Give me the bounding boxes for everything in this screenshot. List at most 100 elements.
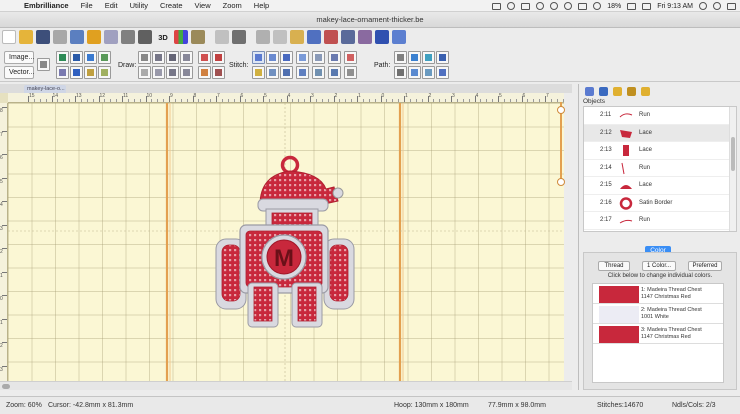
draw-path-tool[interactable]: [152, 66, 165, 79]
split-tool[interactable]: [56, 66, 69, 79]
draw-arc-tool[interactable]: [166, 66, 179, 79]
zoom-icon[interactable]: [191, 30, 205, 44]
stitch-fill-tool[interactable]: [280, 51, 293, 64]
stitch-grid-tool[interactable]: [328, 66, 341, 79]
object-row[interactable]: 2:17 Run: [584, 212, 730, 230]
hierarchy-icon[interactable]: [599, 86, 608, 96]
print-icon[interactable]: [53, 30, 67, 44]
object-row[interactable]: 2:14 Run: [584, 160, 730, 177]
one-color-button[interactable]: 1 Color...: [642, 261, 676, 271]
security-icon[interactable]: [550, 2, 559, 10]
draw-node-tool[interactable]: [138, 66, 151, 79]
stitch-applique-tool[interactable]: [312, 51, 325, 64]
stitch-clear-tool[interactable]: [344, 66, 357, 79]
object-row[interactable]: 2:11 Run: [584, 107, 730, 125]
draw-curve-tool[interactable]: [152, 51, 165, 64]
draw-point-tool[interactable]: [180, 51, 193, 64]
hide-tool[interactable]: [198, 66, 211, 79]
battery-icon[interactable]: [627, 2, 637, 10]
object-row[interactable]: 2:16 Satin Border: [584, 195, 730, 212]
menu-app[interactable]: Embrilliance: [18, 1, 75, 10]
mirror-vertical-icon[interactable]: [138, 30, 152, 44]
stitch-satin-tool[interactable]: [266, 51, 279, 64]
monogram-icon[interactable]: [392, 30, 406, 44]
menubar-clock[interactable]: Fri 9:13 AM: [657, 3, 693, 10]
color-list[interactable]: 1: Madeira Thread Chest 1147 Christmas R…: [592, 283, 724, 383]
stitch-column-tool[interactable]: [280, 66, 293, 79]
arrow-select-icon[interactable]: [273, 30, 287, 44]
eye-icon[interactable]: [536, 2, 545, 10]
stitch-cross-tool[interactable]: [328, 51, 341, 64]
stitch-remove-tool[interactable]: [344, 51, 357, 64]
path-node-tool[interactable]: [422, 51, 435, 64]
pattern-tool[interactable]: [84, 66, 97, 79]
objects-scrollbar[interactable]: [729, 107, 736, 231]
select-arrow-tool[interactable]: [37, 58, 50, 71]
objects-list[interactable]: 2:11 Run 2:12 Lace 2:13 Lace 2:14 Run 2:…: [583, 106, 737, 232]
draw-bezier-tool[interactable]: [166, 51, 179, 64]
redo-tool[interactable]: [198, 51, 211, 64]
text-tool-icon[interactable]: [375, 30, 389, 44]
group-tool[interactable]: [98, 51, 111, 64]
objects-view-icon[interactable]: [585, 86, 594, 96]
hoop-icon[interactable]: [290, 30, 304, 44]
color-row[interactable]: 2: Madeira Thread Chest 1001 White: [593, 304, 723, 324]
color-row[interactable]: 3: Madeira Thread Chest 1147 Christmas R…: [593, 324, 723, 344]
save-icon[interactable]: [36, 30, 50, 44]
menu-file[interactable]: File: [75, 1, 99, 10]
path-close-tool[interactable]: [408, 51, 421, 64]
fill-tool[interactable]: [98, 66, 111, 79]
user-icon[interactable]: [713, 2, 721, 10]
copy-icon[interactable]: [70, 30, 84, 44]
design-canvas[interactable]: M: [8, 103, 564, 381]
layers-tool[interactable]: [84, 51, 97, 64]
circle-icon[interactable]: [564, 2, 573, 10]
horizontal-scrollbar[interactable]: [0, 381, 572, 390]
stitch-motif-tool[interactable]: [266, 66, 279, 79]
path-convert-tool[interactable]: [408, 66, 421, 79]
volume-icon[interactable]: [593, 2, 602, 10]
show-image-tool[interactable]: [56, 51, 69, 64]
status-app-icon[interactable]: [492, 2, 502, 10]
paste-special-icon[interactable]: [104, 30, 118, 44]
list-icon[interactable]: [727, 2, 736, 10]
merge-icon[interactable]: [324, 30, 338, 44]
path-print-tool[interactable]: [394, 66, 407, 79]
stitch-lace-tool[interactable]: [296, 51, 309, 64]
camera-icon[interactable]: [521, 2, 531, 10]
path-open-tool[interactable]: [394, 51, 407, 64]
open-folder-icon[interactable]: [19, 30, 33, 44]
needle-icon[interactable]: [256, 30, 270, 44]
image-button[interactable]: Image...: [4, 51, 34, 64]
draw-line-tool[interactable]: [138, 51, 151, 64]
new-file-icon[interactable]: [2, 30, 16, 44]
stitch-bean-tool[interactable]: [296, 66, 309, 79]
thread-button[interactable]: Thread: [598, 261, 630, 271]
paste-icon[interactable]: [87, 30, 101, 44]
delete-tool[interactable]: [212, 66, 225, 79]
zoom-slider[interactable]: [556, 96, 566, 188]
chart-icon[interactable]: [174, 30, 188, 44]
robot-ornament[interactable]: M: [215, 155, 355, 328]
stitch-texture-tool[interactable]: [312, 66, 325, 79]
ruler-icon[interactable]: [215, 30, 229, 44]
grid-icon[interactable]: [307, 30, 321, 44]
dropbox-icon[interactable]: [507, 2, 516, 10]
menu-edit[interactable]: Edit: [99, 1, 124, 10]
stitch-run-tool[interactable]: [252, 51, 265, 64]
lock-all-icon[interactable]: [627, 86, 636, 96]
object-row[interactable]: 2:13 Lace: [584, 142, 730, 160]
split-icon[interactable]: [341, 30, 355, 44]
object-row[interactable]: 2:15 Lace: [584, 177, 730, 195]
color-row[interactable]: 1: Madeira Thread Chest 1147 Christmas R…: [593, 284, 723, 304]
eye-tool[interactable]: [70, 51, 83, 64]
view-3d-button[interactable]: 3D: [155, 30, 171, 44]
mirror-horizontal-icon[interactable]: [121, 30, 135, 44]
path-fill-tool[interactable]: [436, 51, 449, 64]
document-tab[interactable]: makey-lace-o...: [24, 85, 66, 93]
draw-wave-tool[interactable]: [180, 66, 193, 79]
menu-create[interactable]: Create: [154, 1, 189, 10]
menu-utility[interactable]: Utility: [124, 1, 154, 10]
search-icon[interactable]: [699, 2, 707, 10]
path-weld-tool[interactable]: [422, 66, 435, 79]
